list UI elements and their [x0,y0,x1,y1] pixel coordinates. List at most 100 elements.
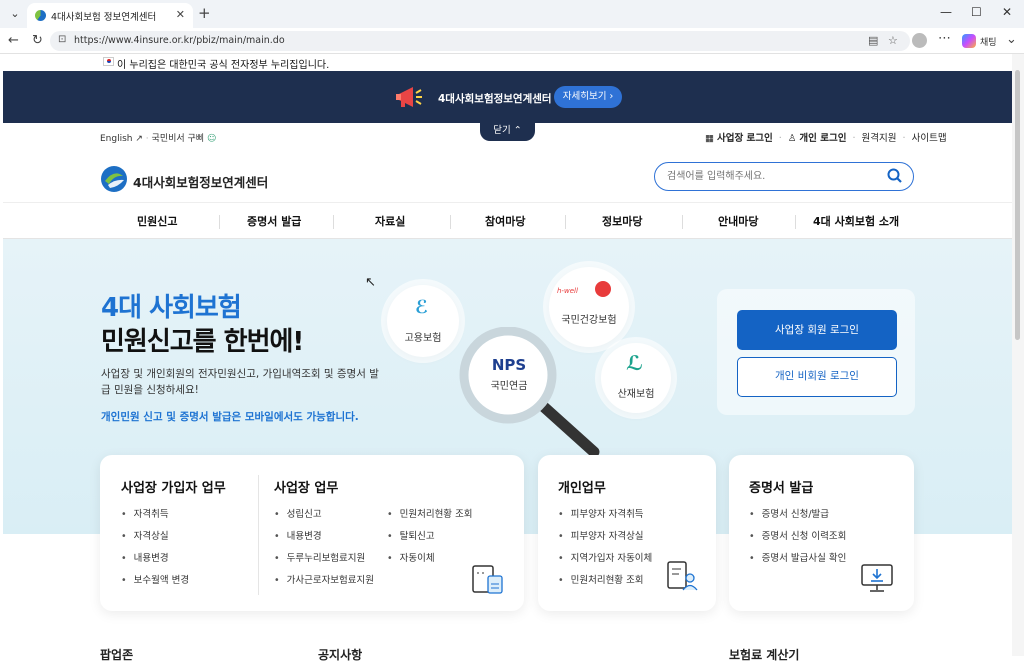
list-item[interactable]: 민원처리현황 조회 [387,508,473,530]
list-item[interactable]: 가사근로자보험료지원 [274,574,374,596]
ngo-link[interactable]: 국민비서 구삐 [152,134,205,144]
reload-icon[interactable]: ↻ [32,33,43,48]
monitor-download-icon [861,564,893,592]
personal-login-link[interactable]: 개인 로그인 [799,133,846,144]
biz-member-login-button[interactable]: 사업장 회원 로그인 [737,310,897,350]
list-item[interactable]: 지역가입자 자동이체 [558,552,653,574]
list-item[interactable]: 탈퇴신고 [387,530,473,552]
window-close-button[interactable]: ✕ [1002,5,1012,19]
scrollbar-thumb[interactable] [1015,70,1020,340]
sitemap-link[interactable]: 사이트맵 [912,133,947,144]
login-panel: 사업장 회원 로그인 개인 비회원 로그인 [717,289,915,415]
search-input[interactable] [667,168,867,184]
browser-toolbar: ← ↻ ⊡ https://www.4insure.or.kr/pbiz/mai… [0,28,1024,54]
site-logo-icon[interactable] [100,165,128,193]
remote-support-link[interactable]: 원격지원 [862,133,897,144]
list-item[interactable]: 증명서 발급사실 확인 [749,552,847,574]
biz-login-link[interactable]: 사업장 로그인 [717,133,773,144]
list-item[interactable]: 자동이체 [387,552,473,574]
hero-title-line2: 민원신고를 한번에! [101,327,304,357]
separator: · [145,134,149,144]
site-logo-text[interactable]: 4대사회보험정보연계센터 [133,172,268,191]
minimize-button[interactable]: — [940,5,952,19]
browser-tab-bar: ⌄ 4대사회보험 정보연계센터 ✕ + — ☐ ✕ [0,0,1024,28]
card-divider [258,475,259,595]
banner-close-label: 닫기 [493,125,511,136]
nav-divider [565,215,566,229]
personal-card-title: 개인업무 [558,481,606,496]
tab-list-button[interactable]: ⌄ [6,5,24,23]
browser-tab[interactable]: 4대사회보험 정보연계센터 ✕ [27,3,193,28]
mouse-cursor-icon: ↖ [365,275,376,290]
site-search [654,162,914,191]
list-item[interactable]: 두루누리보험료지원 [274,552,374,574]
building-document-icon [472,565,503,594]
back-icon[interactable]: ← [8,33,19,48]
list-item[interactable]: 증명서 신청 이력조회 [749,530,847,552]
gov-notice-text[interactable]: 이 누리집은 대한민국 공식 전자정부 누리집입니다. [117,56,329,71]
nav-item-complaint[interactable]: 민원신고 [137,213,177,229]
biz-member-list: 자격취득 자격상실 내용변경 보수월액 변경 [121,508,189,596]
list-item[interactable]: 증명서 신청/발급 [749,508,846,530]
industrial-logo-icon: ℒ [626,351,644,375]
list-item[interactable]: 보수월액 변경 [121,574,189,596]
personal-guest-login-button[interactable]: 개인 비회원 로그인 [737,357,897,397]
nav-item-guide[interactable]: 안내마당 [718,213,758,229]
english-link[interactable]: English [100,134,133,144]
list-item[interactable]: 피부양자 자격상실 [558,530,652,552]
maximize-button[interactable]: ☐ [971,5,982,19]
favorite-star-icon[interactable]: ☆ [888,34,898,47]
list-item[interactable]: 피부양자 자격취득 [558,508,652,530]
sidebar-chevron-icon[interactable]: ⌄ [1006,32,1017,47]
top-banner: 4대사회보험정보연계센터 자세히보기 › [3,71,1012,123]
certificate-card-title: 증명서 발급 [749,481,814,496]
list-item[interactable]: 성립신고 [274,508,374,530]
separator: · [902,133,906,144]
copilot-icon[interactable] [962,34,976,48]
industrial-insurance-badge: ℒ 산재보험 [601,343,671,413]
list-item[interactable]: 자격취득 [121,508,189,530]
calculator-title: 보험료 계산기 [729,648,800,662]
nav-divider [682,215,683,229]
copilot-label[interactable]: 채팅 [980,35,997,48]
nav-item-certificate[interactable]: 증명서 발급 [247,213,301,229]
banner-close-button[interactable]: 닫기 ⌃ [480,123,535,141]
profile-avatar[interactable] [912,33,927,48]
tab-close-icon[interactable]: ✕ [176,8,185,21]
list-item[interactable]: 내용변경 [274,530,374,552]
magnifier-icon [459,327,600,457]
nav-divider [219,215,220,229]
nav-item-participation[interactable]: 참여마당 [485,213,525,229]
megaphone-icon [396,87,422,107]
utility-right: ▦ 사업장 로그인 · ♙ 개인 로그인 · 원격지원 · 사이트맵 [705,130,947,144]
hero-title-line1: 4대 사회보험 [101,293,242,323]
site-info-icon[interactable]: ⊡ [58,34,66,45]
page-scrollbar[interactable] [1012,54,1024,656]
separator: · [852,133,856,144]
hero-mobile-notice: 개인민원 신고 및 증명서 발급은 모바일에서도 가능합니다. [101,411,359,423]
separator: · [778,133,782,144]
banner-detail-button[interactable]: 자세히보기 › [554,86,622,108]
list-item[interactable]: 자격상실 [121,530,189,552]
nav-item-archive[interactable]: 자료실 [375,213,405,229]
biz-services-card: 사업장 가입자 업무 자격취득 자격상실 내용변경 보수월액 변경 사업장 업무… [100,455,524,611]
more-menu-icon[interactable]: ⋯ [938,31,951,46]
banner-text: 4대사회보험정보연계센터 [438,93,552,105]
biz-member-card-title: 사업장 가입자 업무 [121,481,226,496]
list-item[interactable]: 내용변경 [121,552,189,574]
favicon-icon [35,10,46,21]
reading-mode-icon[interactable]: ▤ [868,34,878,47]
health-brand: h-well [557,287,578,295]
employment-insurance-badge: ℰ 고용보험 [387,285,459,357]
search-icon[interactable] [887,168,902,183]
new-tab-button[interactable]: + [198,4,211,22]
nav-item-information[interactable]: 정보마당 [602,213,642,229]
popup-zone-title: 팝업존 [100,648,134,662]
nav-item-about[interactable]: 4대 사회보험 소개 [813,213,899,229]
industrial-insurance-label: 산재보험 [617,389,655,400]
employment-insurance-label: 고용보험 [404,333,442,344]
address-bar[interactable]: ⊡ https://www.4insure.or.kr/pbiz/main/ma… [50,31,910,51]
list-item[interactable]: 민원처리현황 조회 [558,574,652,596]
biz-list-col2: 민원처리현황 조회 탈퇴신고 자동이체 [387,508,473,574]
biz-card-title: 사업장 업무 [274,481,339,496]
